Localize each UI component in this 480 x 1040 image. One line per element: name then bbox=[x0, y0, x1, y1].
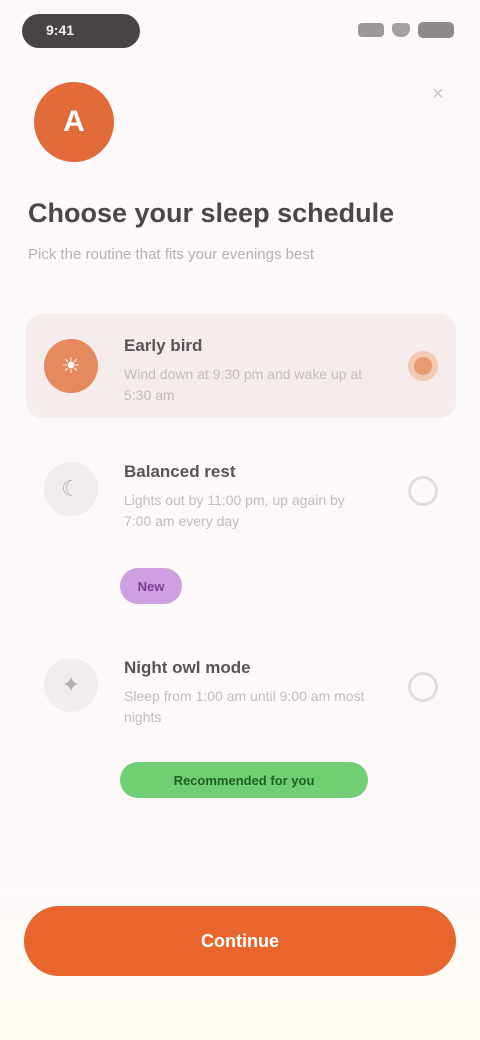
option-night-owl[interactable]: ✦ Night owl mode Sleep from 1:00 am unti… bbox=[26, 640, 456, 820]
option-balanced-rest[interactable]: ☾ Balanced rest Lights out by 11:00 pm, … bbox=[26, 444, 456, 614]
new-badge: New bbox=[120, 568, 182, 604]
radio-unselected[interactable] bbox=[408, 672, 438, 702]
continue-button[interactable]: Continue bbox=[24, 906, 456, 976]
signal-icon bbox=[358, 23, 384, 37]
battery-icon bbox=[418, 22, 454, 38]
moon-icon: ☾ bbox=[44, 462, 98, 516]
option-title: Early bird bbox=[124, 336, 203, 355]
radio-unselected[interactable] bbox=[408, 476, 438, 506]
sun-icon: ☀ bbox=[44, 339, 98, 393]
recommended-badge: Recommended for you bbox=[120, 762, 368, 798]
avatar-initial: A bbox=[63, 105, 85, 138]
star-icon: ✦ bbox=[44, 658, 98, 712]
page-title: Choose your sleep schedule bbox=[28, 198, 395, 228]
wifi-icon bbox=[392, 23, 410, 37]
time-pill: 9:41 bbox=[22, 14, 140, 48]
option-title: Balanced rest bbox=[124, 462, 236, 481]
page-subtitle: Pick the routine that fits your evenings… bbox=[28, 246, 314, 263]
option-description: Sleep from 1:00 am until 9:00 am most ni… bbox=[124, 688, 365, 725]
radio-selected[interactable] bbox=[408, 351, 438, 381]
close-button[interactable]: × bbox=[424, 80, 452, 108]
status-bar: 9:41 bbox=[0, 0, 480, 64]
option-early-bird[interactable]: ☀ Early bird Wind down at 9:30 pm and wa… bbox=[26, 314, 456, 418]
option-description: Lights out by 11:00 pm, up again by 7:00… bbox=[124, 492, 345, 529]
close-icon: × bbox=[432, 83, 444, 105]
status-icons bbox=[358, 22, 454, 38]
hero-avatar: A bbox=[34, 82, 114, 162]
option-title: Night owl mode bbox=[124, 658, 251, 677]
option-description: Wind down at 9:30 pm and wake up at 5:30… bbox=[124, 366, 363, 403]
status-time: 9:41 bbox=[46, 22, 75, 38]
